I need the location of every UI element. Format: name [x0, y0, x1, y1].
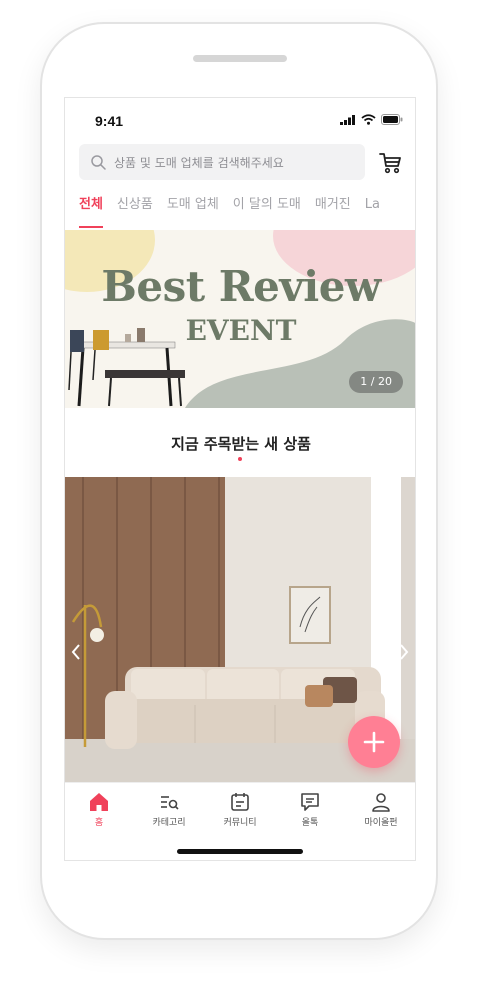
nav-item-chat[interactable]: 올톡: [278, 791, 342, 828]
wifi-icon: [361, 114, 376, 125]
tab-wholesalers[interactable]: 도매 업체: [167, 194, 219, 228]
category-tabs: 전체 신상품 도매 업체 이 달의 도매 매거진 La: [79, 194, 380, 228]
community-icon: [231, 793, 249, 811]
tab-new-products[interactable]: 신상품: [117, 194, 153, 228]
tab-magazine[interactable]: 매거진: [315, 194, 351, 228]
chat-icon: [301, 793, 319, 811]
nav-label-community: 커뮤니티: [223, 818, 257, 828]
battery-icon: [381, 114, 403, 125]
plus-icon: [363, 731, 385, 753]
cart-icon: [379, 153, 401, 174]
phone-speaker: [193, 55, 287, 62]
nav-item-home[interactable]: 홈: [67, 791, 131, 828]
signal-bars-icon: [340, 115, 355, 125]
banner-subtitle: EVENT: [185, 314, 297, 347]
cart-button[interactable]: [377, 150, 403, 176]
section-title: 지금 주목받는 새 상품: [171, 435, 311, 453]
search-icon: [91, 154, 106, 170]
status-bar: 9:41: [65, 98, 415, 142]
nav-label-my-page: 마이올펀: [364, 818, 398, 828]
banner-title: Best Review: [101, 262, 381, 311]
tab-all[interactable]: 전체: [79, 194, 103, 228]
category-icon: [161, 796, 179, 810]
status-icons: [340, 114, 403, 125]
add-button[interactable]: [348, 716, 400, 768]
home-icon: [90, 793, 108, 811]
app-screen: 9:41 상품 및 도매 업체를 검색해주세요 전체 신상품 도매 업체 이 달…: [64, 97, 416, 861]
search-input[interactable]: 상품 및 도매 업체를 검색해주세요: [79, 144, 365, 180]
search-placeholder: 상품 및 도매 업체를 검색해주세요: [114, 155, 284, 170]
tab-monthly-wholesale[interactable]: 이 달의 도매: [233, 194, 301, 228]
nav-label-home: 홈: [94, 818, 104, 828]
nav-item-community[interactable]: 커뮤니티: [208, 791, 272, 828]
nav-item-my-page[interactable]: 마이올펀: [349, 791, 413, 828]
tab-more[interactable]: La: [365, 194, 380, 228]
bottom-navigation: 홈 카테고리 커뮤니티 올톡 마이올펀: [65, 782, 415, 860]
person-icon: [372, 793, 390, 812]
nav-label-chat: 올톡: [301, 818, 319, 828]
banner-page-counter: 1 / 20: [349, 371, 403, 393]
home-indicator: [177, 849, 303, 854]
nav-item-category[interactable]: 카테고리: [137, 791, 201, 828]
nav-label-category: 카테고리: [152, 818, 186, 828]
section-indicator-dot: [238, 457, 242, 461]
status-time: 9:41: [95, 113, 124, 129]
event-banner[interactable]: Best Review EVENT 1 / 20: [65, 230, 415, 408]
